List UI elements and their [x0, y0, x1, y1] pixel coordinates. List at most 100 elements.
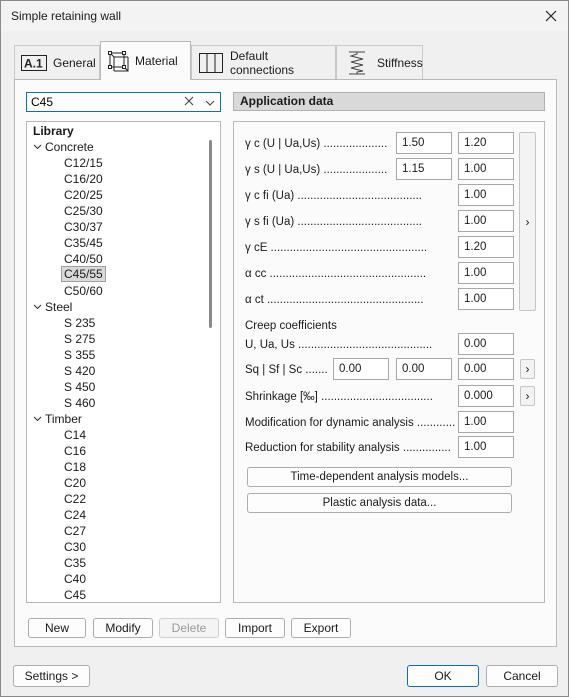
- tree-item[interactable]: C35: [64, 555, 86, 571]
- library-title: Library: [33, 124, 74, 138]
- tree-item[interactable]: S 275: [64, 331, 95, 347]
- window-title: Simple retaining wall: [11, 9, 122, 23]
- svg-text:A.1: A.1: [24, 56, 43, 70]
- tree-item[interactable]: C22: [64, 491, 86, 507]
- gamma-c-ua-field[interactable]: 1.20: [458, 132, 514, 154]
- tree-item[interactable]: C12/15: [64, 155, 103, 171]
- gamma-s-u-field[interactable]: 1.15: [396, 158, 452, 180]
- tab-stiffness[interactable]: Stiffness: [336, 45, 423, 79]
- spring-icon: [343, 50, 371, 76]
- delete-button[interactable]: Delete: [159, 618, 219, 638]
- chevron-down-icon[interactable]: [205, 96, 215, 110]
- tree-item[interactable]: C40/50: [64, 251, 103, 267]
- creep-sq-label: Sq | Sf | Sc .......: [245, 364, 328, 376]
- gamma-ce-field[interactable]: 1.20: [458, 236, 514, 258]
- creep-expand-button[interactable]: ›: [520, 359, 535, 379]
- tree-item[interactable]: C16/20: [64, 171, 103, 187]
- tab-material-label: Material: [135, 54, 178, 68]
- settings-button[interactable]: Settings >: [13, 665, 90, 687]
- tree-item[interactable]: C45: [64, 587, 86, 602]
- alpha-cc-field[interactable]: 1.00: [458, 262, 514, 284]
- tree-item[interactable]: C14: [64, 427, 86, 443]
- tree-item[interactable]: S 235: [64, 315, 95, 331]
- tree-group-steel[interactable]: Steel: [33, 299, 72, 315]
- shrinkage-label: Shrinkage [‰] ..........................…: [245, 391, 433, 403]
- tree-item[interactable]: C50/60: [64, 283, 103, 299]
- tree-item[interactable]: S 450: [64, 379, 95, 395]
- tree-item[interactable]: C25/30: [64, 203, 103, 219]
- chevron-right-icon: ›: [525, 362, 530, 376]
- clear-icon[interactable]: [184, 95, 194, 109]
- tree-item[interactable]: C20/25: [64, 187, 103, 203]
- ok-button[interactable]: OK: [407, 665, 479, 687]
- tree-item[interactable]: C27: [64, 523, 86, 539]
- alpha-ct-field[interactable]: 1.00: [458, 288, 514, 310]
- tree-item[interactable]: C40: [64, 571, 86, 587]
- tree-item[interactable]: C30/37: [64, 219, 103, 235]
- close-button[interactable]: [540, 5, 562, 27]
- tree-group-concrete[interactable]: Concrete: [33, 139, 94, 155]
- creep-u-label: U, Ua, Us ..............................…: [245, 339, 433, 351]
- tree-item[interactable]: C35/45: [64, 235, 103, 251]
- tree-item[interactable]: C16: [64, 443, 86, 459]
- tab-general-label: General: [53, 55, 96, 70]
- dynamic-modification-field[interactable]: 1.00: [458, 411, 514, 433]
- creep-u-field[interactable]: 0.00: [458, 333, 514, 355]
- tree-item-selected[interactable]: C45/55: [61, 266, 106, 282]
- material-search-box[interactable]: [26, 92, 221, 112]
- tree-item[interactable]: S 460: [64, 395, 95, 411]
- tree-group-label: Concrete: [45, 140, 94, 154]
- creep-sq-field[interactable]: 0.00: [333, 358, 389, 380]
- tree-item[interactable]: C24: [64, 507, 86, 523]
- gamma-s-ua-field[interactable]: 1.00: [458, 158, 514, 180]
- tab-default-connections[interactable]: Default connections: [191, 45, 336, 79]
- creep-sf-field[interactable]: 0.00: [396, 358, 452, 380]
- alpha-ct-label: α ct ...................................…: [245, 294, 424, 306]
- time-dependent-models-button[interactable]: Time-dependent analysis models...: [247, 467, 512, 487]
- dynamic-modification-label: Modification for dynamic analysis ......…: [245, 417, 456, 429]
- creep-sc-field[interactable]: 0.00: [458, 358, 514, 380]
- tree-item[interactable]: C20: [64, 475, 86, 491]
- modify-button[interactable]: Modify: [93, 618, 153, 638]
- tab-general[interactable]: A.1 General: [14, 45, 100, 79]
- tree-item[interactable]: S 355: [64, 347, 95, 363]
- a1-icon: A.1: [21, 54, 47, 71]
- new-button[interactable]: New: [28, 618, 86, 638]
- tree-item[interactable]: C18: [64, 459, 86, 475]
- tree-item[interactable]: C30: [64, 539, 86, 555]
- gamma-c-fi-field[interactable]: 1.00: [458, 184, 514, 206]
- gamma-c-label: γ c (U | Ua,Us) ....................: [245, 138, 388, 150]
- tree-group-label: Timber: [45, 412, 82, 426]
- shrinkage-expand-button[interactable]: ›: [520, 386, 535, 406]
- alpha-cc-label: α cc ...................................…: [245, 268, 427, 280]
- gamma-c-fi-label: γ c fi (Ua) ............................…: [245, 190, 422, 202]
- gamma-s-label: γ s (U | Ua,Us) ....................: [245, 164, 388, 176]
- tab-stiffness-label: Stiffness: [377, 55, 423, 70]
- plastic-analysis-data-button[interactable]: Plastic analysis data...: [247, 493, 512, 513]
- creep-coefficients-title: Creep coefficients: [245, 320, 337, 332]
- tab-material[interactable]: Material: [100, 41, 191, 80]
- factors-expand-button[interactable]: ›: [519, 132, 536, 311]
- chevron-right-icon: ›: [525, 214, 530, 229]
- tree-group-timber[interactable]: Timber: [33, 411, 82, 427]
- tree-item[interactable]: S 420: [64, 363, 95, 379]
- material-cube-icon: [107, 50, 129, 72]
- shrinkage-field[interactable]: 0.000: [458, 385, 514, 407]
- connections-icon: [198, 52, 224, 74]
- gamma-s-fi-field[interactable]: 1.00: [458, 210, 514, 232]
- title-bar: Simple retaining wall: [1, 1, 568, 31]
- cancel-button[interactable]: Cancel: [486, 665, 558, 687]
- gamma-s-fi-label: γ s fi (Ua) ............................…: [245, 216, 422, 228]
- library-tree[interactable]: Library Concrete C12/15 C16/20 C20/25 C2…: [26, 121, 221, 603]
- tree-group-label: Steel: [45, 300, 73, 314]
- chevron-down-icon[interactable]: [33, 411, 45, 427]
- chevron-down-icon[interactable]: [33, 139, 45, 155]
- chevron-down-icon[interactable]: [33, 299, 45, 315]
- export-button[interactable]: Export: [291, 618, 351, 638]
- gamma-c-u-field[interactable]: 1.50: [396, 132, 452, 154]
- tree-scrollbar[interactable]: [209, 140, 212, 328]
- import-button[interactable]: Import: [225, 618, 285, 638]
- tab-default-connections-label: Default connections: [230, 48, 295, 77]
- stability-reduction-field[interactable]: 1.00: [458, 436, 514, 458]
- material-search-input[interactable]: [31, 94, 181, 110]
